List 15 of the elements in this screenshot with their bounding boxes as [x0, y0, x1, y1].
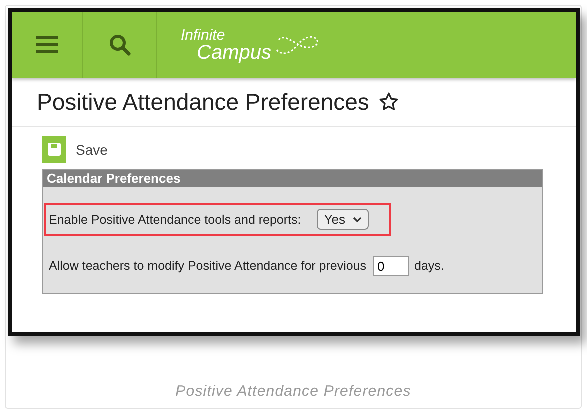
- section-header: Calendar Preferences: [43, 170, 542, 187]
- field-label: Enable Positive Attendance tools and reports:: [49, 212, 302, 226]
- menu-icon[interactable]: [36, 36, 58, 54]
- save-icon: [42, 136, 66, 163]
- select-dropdown[interactable]: Yes: [317, 209, 370, 230]
- save-button[interactable]: Save: [42, 136, 108, 163]
- input-field[interactable]: 0: [372, 256, 409, 276]
- field-label: Allow teachers to modify Positive Attendance for previous: [49, 259, 367, 273]
- logo-text: Infinite Campus: [181, 28, 272, 62]
- caret-icon: [353, 216, 362, 222]
- page-title: Positive Attendance Preferences: [37, 88, 370, 116]
- star-icon[interactable]: [379, 92, 400, 112]
- search-icon[interactable]: [108, 34, 130, 56]
- figure-caption: Positive Attendance Preferences: [176, 383, 412, 400]
- field-suffix: days.: [414, 259, 444, 273]
